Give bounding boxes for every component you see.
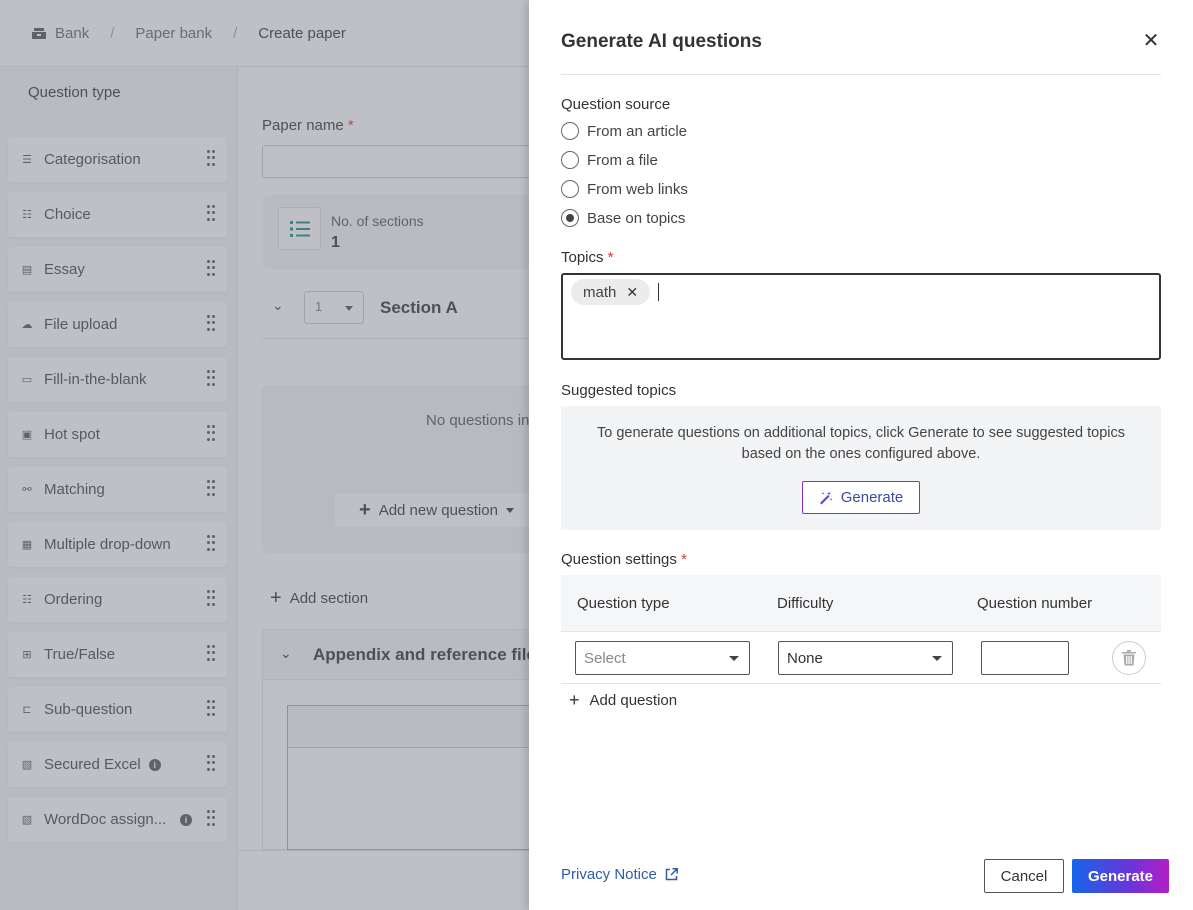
close-icon[interactable]: ✕ [1141,31,1161,51]
trash-icon [1122,650,1136,666]
topics-label: Topics * [561,249,614,266]
radio-button[interactable] [561,209,579,227]
radio-label: From web links [587,180,688,198]
radio-button[interactable] [561,180,579,198]
difficulty-select[interactable]: None [778,641,953,675]
generate-button[interactable]: Generate [1072,859,1169,893]
plus-icon: + [569,690,580,710]
radio-label: From an article [587,122,688,140]
privacy-notice-link[interactable]: Privacy Notice [561,866,678,883]
suggested-topics-hint: To generate questions on additional topi… [597,425,1125,462]
question-type-select[interactable]: Select [575,641,750,675]
modal-overlay[interactable] [0,0,529,910]
remove-tag-icon[interactable]: ✕ [626,284,638,301]
generate-ai-questions-drawer: Generate AI questions ✕ Question source … [529,0,1193,910]
column-header-difficulty: Difficulty [777,595,834,612]
cancel-button[interactable]: Cancel [984,859,1064,893]
question-source-option[interactable]: From a file [561,151,658,169]
question-number-input[interactable] [981,641,1069,675]
add-question-label: Add question [589,692,678,709]
suggested-topics-panel: To generate questions on additional topi… [561,406,1161,530]
magic-wand-icon [819,491,833,504]
privacy-notice-label: Privacy Notice [561,866,657,883]
question-source-label: Question source [561,96,671,113]
column-header-question-type: Question type [577,595,670,612]
suggested-topics-label: Suggested topics [561,382,677,399]
radio-label: From a file [587,151,658,169]
required-mark: * [681,551,687,568]
table-header: Question type Difficulty Question number [561,575,1161,632]
external-link-icon [665,868,678,881]
question-source-option[interactable]: Base on topics [561,209,685,227]
question-settings-label-text: Question settings [561,551,677,568]
question-source-option[interactable]: From an article [561,122,687,140]
table-row: Select None [561,632,1161,684]
suggest-generate-label: Generate [840,489,904,506]
topic-tag: math ✕ [571,279,651,305]
drawer-title: Generate AI questions [561,31,762,52]
topic-tag-label: math [583,283,617,301]
add-question-button[interactable]: + Add question [569,690,677,711]
topics-input[interactable]: math ✕ [561,273,1161,360]
question-settings-table: Question type Difficulty Question number… [561,575,1161,684]
question-settings-label: Question settings * [561,551,687,568]
divider [561,74,1161,75]
question-source-option[interactable]: From web links [561,180,688,198]
topics-label-text: Topics [561,249,604,266]
suggest-generate-button[interactable]: Generate [802,481,920,514]
radio-button[interactable] [561,151,579,169]
column-header-question-number: Question number [977,595,1093,612]
radio-label: Base on topics [587,209,686,227]
required-mark: * [607,249,614,266]
delete-row-button[interactable] [1112,641,1146,675]
radio-button[interactable] [561,122,579,140]
text-cursor [658,283,659,301]
